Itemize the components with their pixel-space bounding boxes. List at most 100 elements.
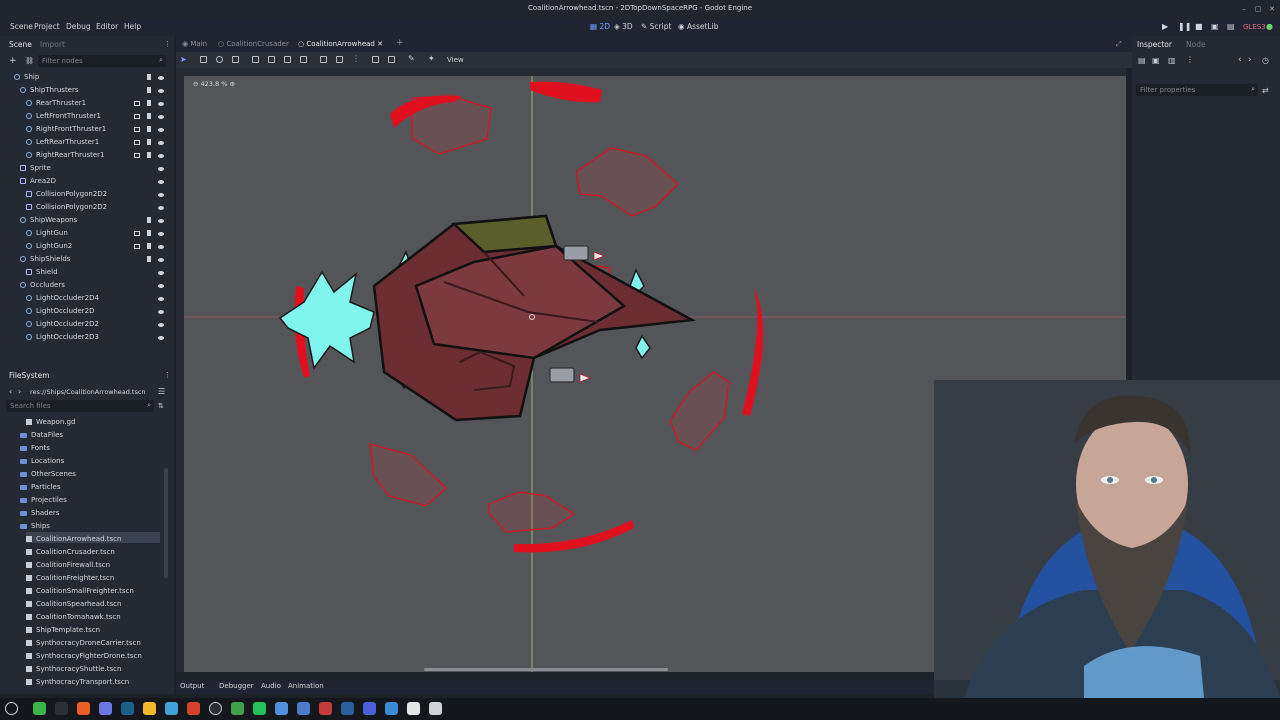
rotate-tool-icon[interactable] [216, 56, 223, 63]
file-item[interactable]: Weapon.gd [26, 418, 75, 426]
stop-icon[interactable]: ■ [1195, 22, 1203, 31]
obs-app-icon[interactable] [209, 702, 222, 715]
history-icon[interactable]: ◷ [1262, 56, 1269, 65]
minimize-icon[interactable]: – [1240, 5, 1248, 13]
browser-app-icon[interactable] [341, 702, 354, 715]
filter-nodes-input[interactable]: Filter nodes ⌕ [38, 55, 166, 67]
discord-app-icon[interactable] [99, 702, 112, 715]
tab-coalition-crusader[interactable]: ○ CoalitionCrusader [218, 40, 289, 48]
folder-item[interactable]: Particles [20, 483, 61, 491]
visibility-eye-icon[interactable] [158, 284, 164, 288]
mode-assetlib-button[interactable]: ◉ AssetLib [678, 22, 718, 31]
sort-icon[interactable]: ⇅ [158, 402, 164, 410]
pause-icon[interactable]: ❚❚ [1178, 22, 1191, 31]
snap-icon[interactable] [320, 56, 327, 63]
visibility-eye-icon[interactable] [158, 323, 164, 327]
link-icon[interactable]: ⛓ [25, 57, 34, 65]
save-resource-icon[interactable]: ▥ [1168, 56, 1176, 65]
settings-app-icon[interactable] [165, 702, 178, 715]
visibility-eye-icon[interactable] [158, 154, 164, 158]
folder-item[interactable]: Projectiles [20, 496, 67, 504]
file-item[interactable]: ShipTemplate.tscn [26, 626, 100, 634]
property-options-icon[interactable]: ⇄ [1262, 86, 1269, 95]
move-tool-icon[interactable] [200, 56, 207, 63]
maximize-icon[interactable]: ▢ [1254, 5, 1262, 13]
scene-tree-node[interactable]: LightGun [26, 229, 68, 237]
visibility-eye-icon[interactable] [158, 336, 164, 340]
group-icon[interactable] [134, 114, 140, 119]
tab-audio[interactable]: Audio [261, 682, 281, 690]
folder-item[interactable]: DataFiles [20, 431, 63, 439]
scene-tree-node[interactable]: Sprite [20, 164, 51, 172]
renderer-badge[interactable]: GLES3 [1243, 23, 1266, 31]
scene-tree-node[interactable]: RightRearThruster1 [26, 151, 105, 159]
folder-item[interactable]: Locations [20, 457, 64, 465]
scene-tree-node[interactable]: LightGun2 [26, 242, 72, 250]
skeleton-icon[interactable]: ✎ [408, 54, 415, 63]
split-view-icon[interactable]: ☰ [158, 387, 165, 396]
file-item[interactable]: CoalitionArrowhead.tscn [26, 535, 121, 543]
file-item[interactable]: CoalitionTomahawk.tscn [26, 613, 121, 621]
create-resource-icon[interactable]: ▤ [1138, 56, 1146, 65]
visibility-eye-icon[interactable] [158, 245, 164, 249]
group-icon[interactable] [134, 244, 140, 249]
steam-app-icon[interactable] [121, 702, 134, 715]
list-select-icon[interactable] [252, 56, 259, 63]
image-app-icon[interactable] [385, 702, 398, 715]
text-app-icon[interactable] [363, 702, 376, 715]
script-icon[interactable] [147, 230, 151, 236]
script-icon[interactable] [147, 100, 151, 106]
visibility-eye-icon[interactable] [158, 193, 164, 197]
scene-tree-node[interactable]: LightOccluder2D2 [26, 320, 99, 328]
visibility-eye-icon[interactable] [158, 271, 164, 275]
code-app-icon[interactable] [187, 702, 200, 715]
file-item[interactable]: CoalitionFirewall.tscn [26, 561, 110, 569]
menu-scene[interactable]: Scene [10, 22, 33, 31]
add-node-icon[interactable]: + [9, 56, 17, 66]
tab-coalition-arrowhead[interactable]: ○ CoalitionArrowhead ✕ [298, 40, 383, 48]
group-icon[interactable] [134, 231, 140, 236]
filter-properties-input[interactable]: Filter properties ⌕ [1136, 84, 1258, 96]
back-icon[interactable]: ‹ [9, 387, 12, 396]
scene-tree-node[interactable]: LightOccluder2D4 [26, 294, 99, 302]
visibility-eye-icon[interactable] [158, 89, 164, 93]
visibility-eye-icon[interactable] [158, 115, 164, 119]
scene-tree-node[interactable]: Area2D [20, 177, 56, 185]
tab-import[interactable]: Import [40, 40, 65, 49]
folder-item[interactable]: OtherScenes [20, 470, 76, 478]
file-item[interactable]: CoalitionSmallFreighter.tscn [26, 587, 134, 595]
visibility-eye-icon[interactable] [158, 180, 164, 184]
zoom-indicator[interactable]: ⊖ 423.8 % ⊕ [193, 80, 235, 88]
script-icon[interactable] [147, 139, 151, 145]
script-icon[interactable] [147, 87, 151, 93]
view-menu[interactable]: View [447, 56, 464, 64]
fs-scrollbar[interactable] [164, 468, 168, 578]
pose-icon[interactable]: ✦ [428, 54, 435, 63]
visibility-eye-icon[interactable] [158, 102, 164, 106]
file-item[interactable]: CoalitionSpearhead.tscn [26, 600, 121, 608]
file-item[interactable]: SynthocracyShuttle.tscn [26, 665, 121, 673]
chrome-app-icon[interactable] [231, 702, 244, 715]
script-icon[interactable] [147, 217, 151, 223]
lock-icon[interactable] [372, 56, 379, 63]
distraction-free-icon[interactable]: ⤢ [1116, 40, 1122, 49]
scene-tree-node[interactable]: CollisionPolygon2D2 [26, 190, 107, 198]
scene-tree-node[interactable]: Shield [26, 268, 58, 276]
pan-tool-icon[interactable] [284, 56, 291, 63]
visibility-eye-icon[interactable] [158, 141, 164, 145]
pivot-icon[interactable] [268, 56, 275, 63]
start-menu-icon[interactable] [5, 702, 18, 715]
new-tab-icon[interactable]: + [396, 38, 404, 48]
select-tool-icon[interactable]: ➤ [180, 55, 187, 64]
folder-item[interactable]: Ships [20, 522, 50, 530]
tab-output[interactable]: Output [180, 682, 204, 690]
update-spinner-icon[interactable]: ● [1266, 22, 1273, 31]
folder-item[interactable]: Fonts [20, 444, 50, 452]
menu-debug[interactable]: Debug [66, 22, 91, 31]
scene-tree-node[interactable]: RearThruster1 [26, 99, 86, 107]
play-scene-icon[interactable]: ▣ [1211, 22, 1219, 31]
file-item[interactable]: SynthocracyDroneCarrier.tscn [26, 639, 141, 647]
menu-help[interactable]: Help [124, 22, 141, 31]
resource-menu-icon[interactable]: ⋮ [1186, 55, 1194, 64]
file-item[interactable]: SynthocracyTransport.tscn [26, 678, 129, 686]
